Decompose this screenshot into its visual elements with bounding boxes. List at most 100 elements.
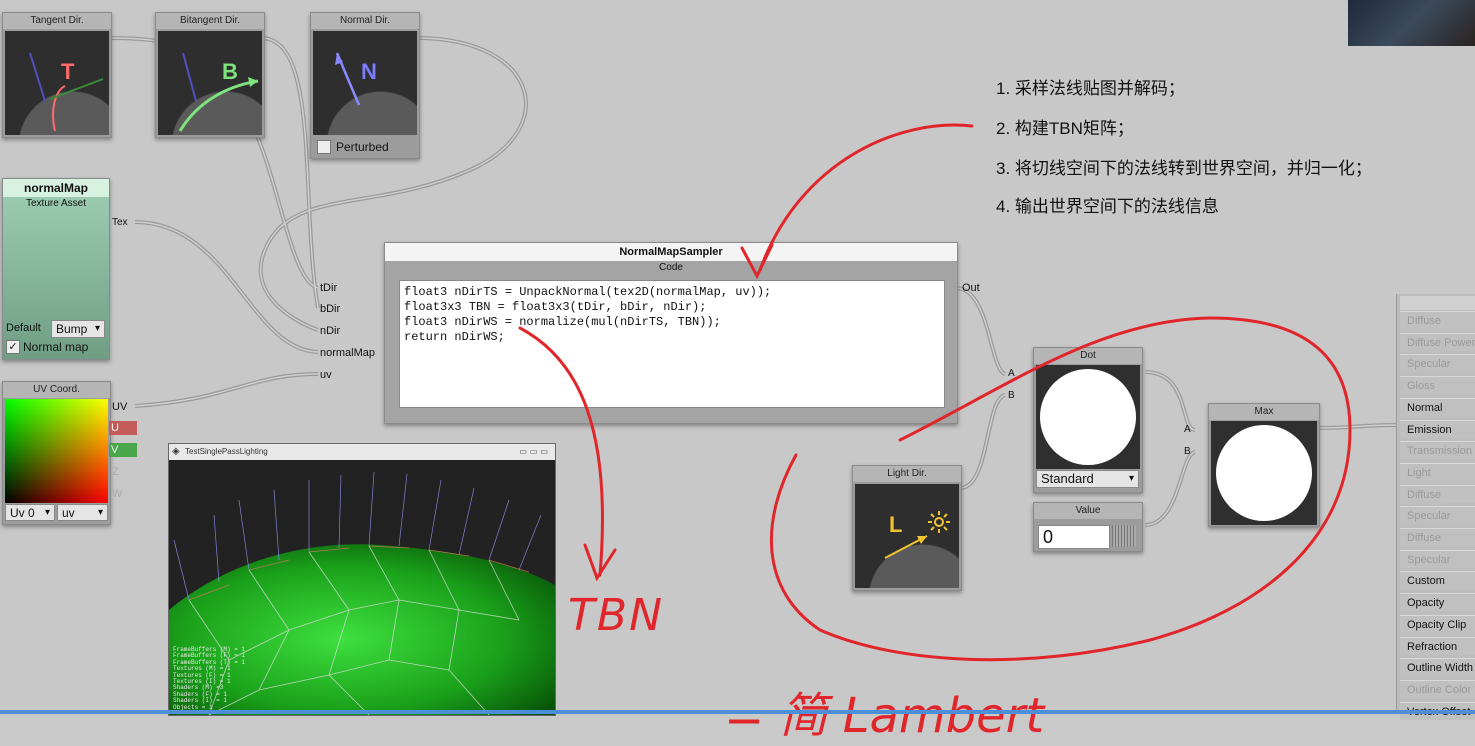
sampler-port-bdir[interactable]: bDir <box>320 302 340 316</box>
normalmap-default-dropdown[interactable]: Bump <box>51 320 105 338</box>
material-input-item[interactable]: Diffuse Power <box>1400 332 1475 351</box>
uv-port-uv[interactable]: UV <box>112 400 127 414</box>
material-input-item[interactable]: Custom Lighting <box>1400 571 1475 605</box>
perturbed-label: Perturbed <box>336 140 389 154</box>
code-line-1: float3 nDirTS = UnpackNormal(tex2D(norma… <box>404 285 772 299</box>
perturbed-checkbox[interactable] <box>317 140 331 154</box>
sampler-port-ndir[interactable]: nDir <box>320 324 340 338</box>
code-line-3: float3 nDirWS = normalize(mul(nDirTS, TB… <box>404 315 721 329</box>
material-input-item[interactable]: Refraction <box>1400 636 1475 655</box>
sun-icon <box>928 511 950 533</box>
normalmap-tex-port[interactable]: Tex <box>112 216 128 230</box>
value-title: Value <box>1034 503 1142 519</box>
max-node[interactable]: Max <box>1208 403 1320 527</box>
normal-dir-title: Normal Dir. <box>311 13 419 29</box>
uv-gradient-preview <box>5 399 108 503</box>
step-3: 3. 将切线空间下的法线转到世界空间，并归一化； <box>996 159 1372 178</box>
tangent-dir-title: Tangent Dir. <box>3 13 111 29</box>
code-line-2: float3x3 TBN = float3x3(tDir, bDir, nDir… <box>404 300 707 314</box>
max-port-a[interactable]: A <box>1184 423 1191 437</box>
dot-port-a[interactable]: A <box>1008 367 1015 381</box>
material-input-item[interactable]: Opacity <box>1400 593 1475 612</box>
bottom-timeline-bar <box>0 710 1475 714</box>
value-node[interactable]: Value 0 <box>1033 502 1143 552</box>
material-input-item[interactable]: Transmission <box>1400 441 1475 460</box>
preview-window-titlebar[interactable]: ◈ TestSinglePassLighting ▭▭▭ <box>169 444 555 460</box>
dot-title: Dot <box>1034 348 1142 364</box>
light-arrow-icon <box>884 535 928 559</box>
render-stats-overlay: FrameBuffers (M) = 1 FrameBuffers (F) = 1… <box>173 646 245 711</box>
material-input-item[interactable]: Outline Color <box>1400 679 1475 698</box>
uv-port-z[interactable]: Z <box>112 465 119 479</box>
sampler-port-out[interactable]: Out <box>962 281 980 295</box>
material-input-item[interactable]: Normal <box>1400 397 1475 416</box>
normalmap-default-label: Default <box>6 322 41 334</box>
step-4: 4. 输出世界空间下的法线信息 <box>996 197 1219 216</box>
light-dir-title: Light Dir. <box>853 466 961 482</box>
normal-map-checkbox[interactable]: ✓ <box>6 340 20 354</box>
normalmap-subtitle: Texture Asset <box>25 198 87 209</box>
code-line-4: return nDirWS; <box>404 330 505 344</box>
preview-window-title: TestSinglePassLighting <box>185 447 268 456</box>
material-input-item[interactable]: Specular <box>1400 354 1475 373</box>
max-preview <box>1211 421 1317 525</box>
handwritten-tbn: TBN <box>568 590 664 641</box>
tangent-arrow-icon <box>29 52 104 132</box>
preview-window[interactable]: ◈ TestSinglePassLighting ▭▭▭ FrameBuffer… <box>168 443 556 716</box>
max-sphere <box>1216 425 1312 521</box>
tangent-dir-node[interactable]: Tangent Dir. T <box>2 12 112 138</box>
normal-map-sampler-node[interactable]: NormalMapSampler Code float3 nDirTS = Un… <box>384 242 958 424</box>
sampler-port-normalmap[interactable]: normalMap <box>320 346 375 360</box>
material-input-item[interactable]: Specular Ambient <box>1400 506 1475 540</box>
material-input-item[interactable]: Specular Ambient <box>1400 549 1475 584</box>
sampler-code-editor[interactable]: float3 nDirTS = UnpackNormal(tex2D(norma… <box>399 280 945 408</box>
bitangent-preview: B <box>158 31 262 135</box>
value-input[interactable]: 0 <box>1038 525 1110 549</box>
main-node-header <box>1400 296 1475 310</box>
material-input-item[interactable]: Diffuse <box>1400 311 1475 329</box>
max-title: Max <box>1209 404 1319 420</box>
sampler-port-uv[interactable]: uv <box>320 368 332 382</box>
sampler-input-ports: tDir bDir nDir normalMap uv <box>316 280 384 385</box>
normalmap-title: normalMap <box>3 179 109 197</box>
node-editor-canvas[interactable]: Tangent Dir. T Bitangent Dir. B Normal D… <box>0 0 1475 744</box>
material-input-item[interactable]: Light Wrapping <box>1400 462 1475 497</box>
material-input-item[interactable]: Diffuse Ambient <box>1400 484 1475 519</box>
bitangent-dir-node[interactable]: Bitangent Dir. B <box>155 12 265 138</box>
material-input-item[interactable]: Emission <box>1400 419 1475 438</box>
uv-coord-node[interactable]: UV Coord. Uv 0 uv <box>2 381 111 525</box>
bitangent-letter: B <box>222 59 238 84</box>
dot-mode-dropdown[interactable]: Standard <box>1036 470 1139 488</box>
step-2: 2. 构建TBN矩阵； <box>996 119 1134 138</box>
sampler-title: NormalMapSampler <box>385 243 957 261</box>
light-dir-node[interactable]: Light Dir. L <box>852 465 962 591</box>
material-input-item[interactable]: Gloss <box>1400 376 1475 395</box>
light-preview: L <box>855 484 959 588</box>
uv-mode-dropdown[interactable]: uv <box>57 504 108 521</box>
max-port-b[interactable]: B <box>1184 445 1191 459</box>
step-1: 1. 采样法线贴图并解码； <box>996 79 1185 98</box>
sampler-code-label: Code <box>659 262 683 273</box>
normal-dir-node[interactable]: Normal Dir. N Perturbed <box>310 12 420 159</box>
bitangent-dir-title: Bitangent Dir. <box>156 13 264 29</box>
normal-letter: N <box>361 59 377 84</box>
material-input-item[interactable]: Opacity Clip <box>1400 614 1475 633</box>
sampler-port-tdir[interactable]: tDir <box>320 281 337 295</box>
uv-port-v[interactable]: V <box>109 443 137 457</box>
window-controls[interactable]: ▭▭▭ <box>519 444 551 460</box>
material-input-item[interactable]: Outline Width <box>1400 658 1475 677</box>
uv-port-u[interactable]: U <box>109 421 137 435</box>
bitangent-arrow-icon <box>178 52 259 132</box>
material-input-item[interactable]: Diffuse Ambient <box>1400 528 1475 562</box>
value-drag-handle[interactable] <box>1112 525 1136 547</box>
dot-node[interactable]: Dot Standard <box>1033 347 1143 493</box>
uv-port-w[interactable]: W <box>112 487 122 501</box>
dot-port-b[interactable]: B <box>1008 389 1015 403</box>
dot-sphere <box>1040 369 1136 465</box>
tangent-preview: T <box>5 31 109 135</box>
tangent-letter: T <box>61 59 75 84</box>
uv-channel-dropdown[interactable]: Uv 0 <box>5 504 55 521</box>
light-letter: L <box>889 512 903 537</box>
normal-map-checkbox-label: Normal map <box>23 340 89 354</box>
normalmap-node[interactable]: normalMap Texture Asset Default Bump ✓ N… <box>2 178 110 360</box>
